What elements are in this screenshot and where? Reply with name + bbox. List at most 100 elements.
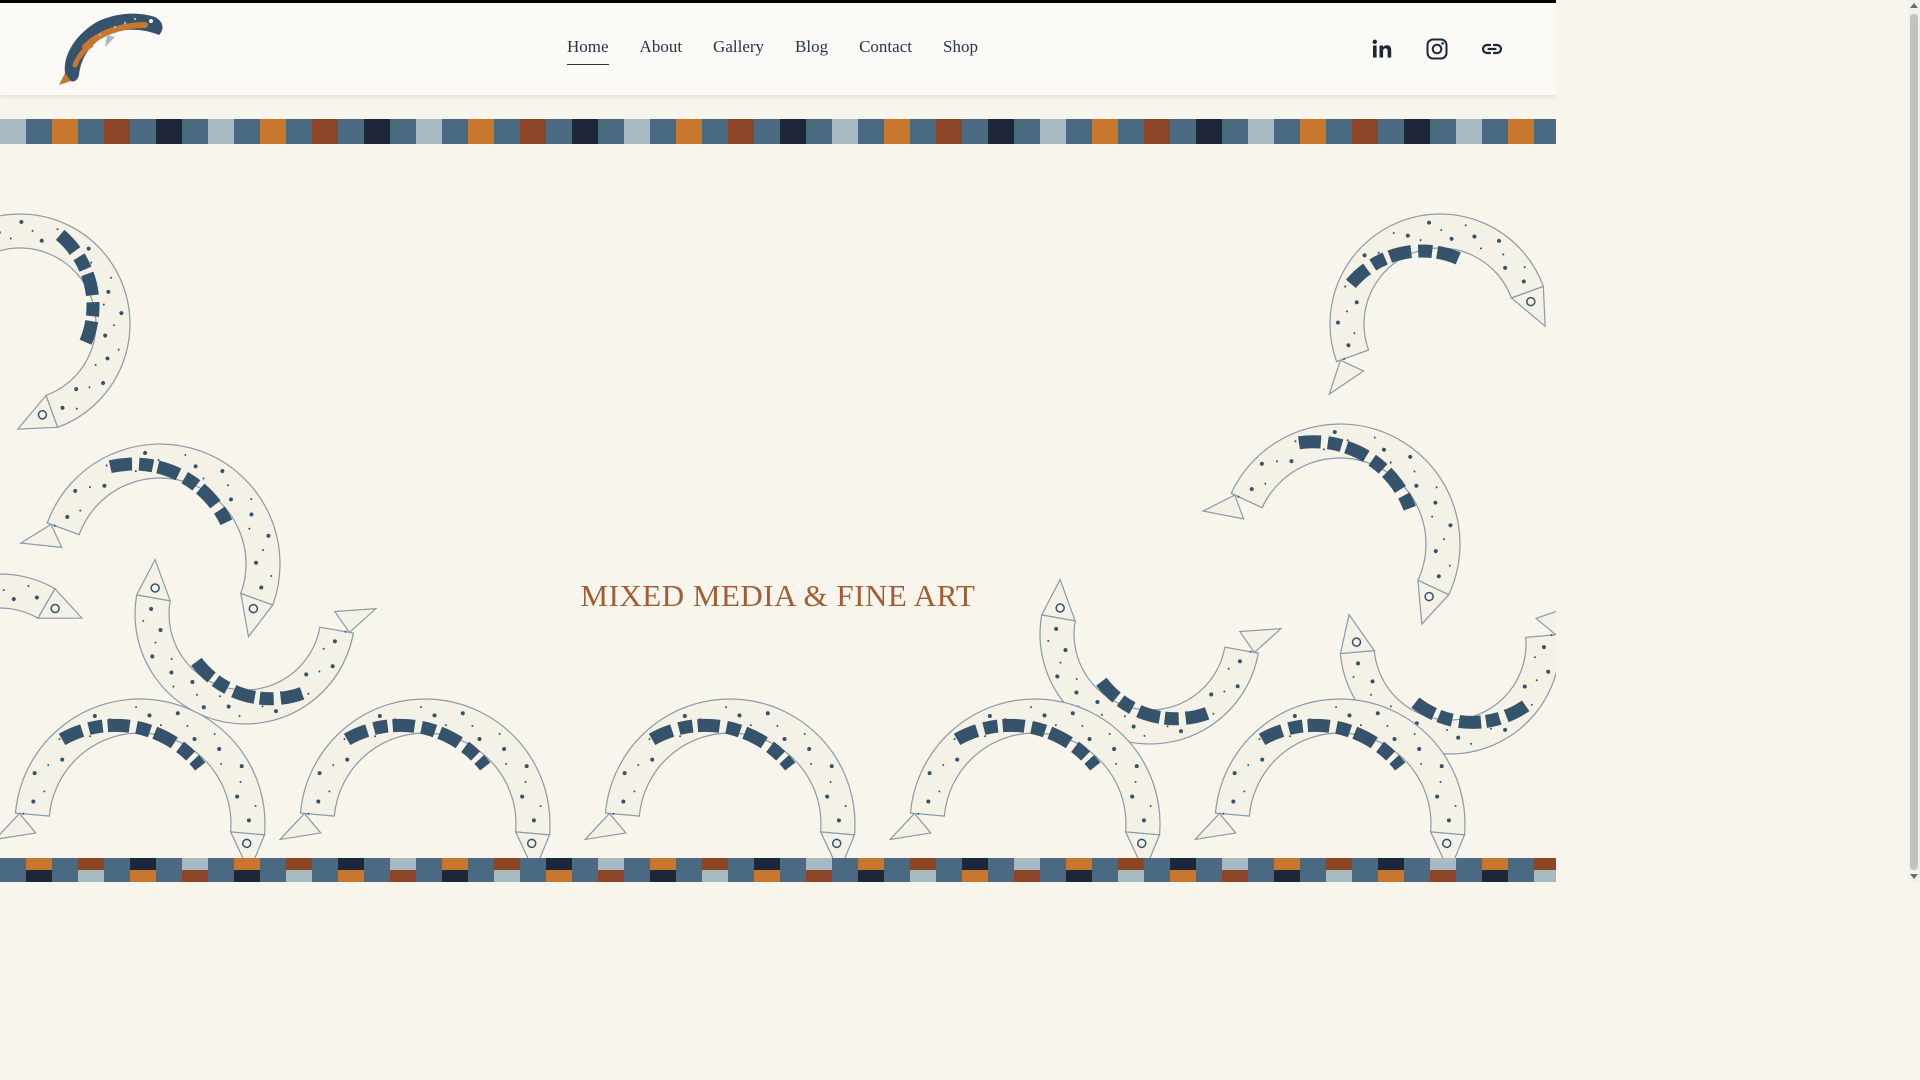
stripe-tile [1092, 870, 1118, 882]
stripe-tile [728, 858, 754, 870]
nav-gallery[interactable]: Gallery [713, 35, 764, 65]
stripe-tile [910, 119, 936, 144]
stripe-tile [1222, 870, 1248, 882]
stripe-tile [546, 870, 572, 882]
stripe-tile [806, 119, 832, 144]
stripe-tile [78, 858, 104, 870]
nav-blog[interactable]: Blog [795, 35, 828, 65]
nav-home[interactable]: Home [567, 35, 609, 65]
stripe-tile [910, 858, 936, 870]
stripe-tile [1092, 119, 1118, 144]
scroll-up-arrow-icon[interactable] [1910, 3, 1918, 8]
nav-contact[interactable]: Contact [859, 35, 912, 65]
stripe-tile [754, 858, 780, 870]
stripe-tile [1456, 119, 1482, 144]
stripe-tile [52, 119, 78, 144]
stripe-tile [1196, 870, 1222, 882]
stripe-tile [52, 858, 78, 870]
fish-pattern-background [0, 213, 1556, 858]
stripe-tile [1248, 119, 1274, 144]
stripe-tile [1482, 870, 1508, 882]
stripe-tile [1352, 119, 1378, 144]
stripe-tile [806, 870, 832, 882]
stripe-tile [442, 858, 468, 870]
stripe-tile [624, 119, 650, 144]
stripe-tile [702, 119, 728, 144]
stripe-tile [234, 870, 260, 882]
stripe-tile [832, 119, 858, 144]
stripe-tile [416, 870, 442, 882]
stripe-tile [468, 119, 494, 144]
stripe-tile [208, 858, 234, 870]
scrollbar-thumb[interactable] [1910, 14, 1918, 870]
stripe-tile [1170, 870, 1196, 882]
stripe-tile [26, 870, 52, 882]
stripe-tile [962, 119, 988, 144]
stripe-tile [1456, 870, 1482, 882]
stripe-tile [494, 870, 520, 882]
stripe-tile [494, 858, 520, 870]
stripe-tile [1040, 870, 1066, 882]
stripe-tile [234, 119, 260, 144]
stripe-tile [520, 870, 546, 882]
stripe-tile [676, 870, 702, 882]
stripe-tile [130, 858, 156, 870]
stripe-tile [1300, 119, 1326, 144]
scroll-down-arrow-icon[interactable] [1910, 874, 1918, 879]
stripe-tile [780, 858, 806, 870]
stripe-tile [598, 119, 624, 144]
stripe-tile [1378, 858, 1404, 870]
hero-title: MIXED MEDIA & FINE ART [580, 578, 976, 613]
stripe-tile [0, 870, 26, 882]
stripe-tile [1014, 119, 1040, 144]
stripe-tile [416, 119, 442, 144]
stripe-tile [1092, 858, 1118, 870]
link-icon[interactable] [1480, 37, 1504, 61]
stripe-tile [858, 119, 884, 144]
linkedin-icon[interactable] [1370, 37, 1394, 61]
site-header: Home About Gallery Blog Contact Shop [0, 3, 1556, 95]
stripe-tile [312, 870, 338, 882]
stripe-tile [650, 858, 676, 870]
stripe-tile [884, 870, 910, 882]
stripe-tile [1534, 858, 1556, 870]
stripe-tile [988, 858, 1014, 870]
stripe-tile [988, 870, 1014, 882]
stripe-tile [728, 119, 754, 144]
pike-fish-logo-icon[interactable] [55, 7, 167, 87]
stripe-tile [676, 858, 702, 870]
page-scrollbar[interactable] [1908, 0, 1920, 882]
stripe-tile [1482, 119, 1508, 144]
stripe-tile [702, 858, 728, 870]
stripe-tile [936, 119, 962, 144]
stripe-tile [156, 858, 182, 870]
stripe-tile [1430, 119, 1456, 144]
stripe-tile [1404, 119, 1430, 144]
fish-illustration [583, 698, 856, 858]
stripe-tile [1508, 870, 1534, 882]
stripe-tile [0, 119, 26, 144]
stripe-tile [936, 870, 962, 882]
stripe-tile [286, 858, 312, 870]
stripe-tile [832, 870, 858, 882]
stripe-tile [1456, 858, 1482, 870]
stripe-tile [130, 870, 156, 882]
stripe-tile [1248, 870, 1274, 882]
stripe-tile [1430, 870, 1456, 882]
stripe-tile [1144, 870, 1170, 882]
stripe-tile [1222, 119, 1248, 144]
fish-illustration [0, 213, 131, 430]
stripe-tile [364, 119, 390, 144]
fish-illustration [278, 698, 551, 858]
instagram-icon[interactable] [1425, 37, 1449, 61]
stripe-tile [988, 119, 1014, 144]
stripe-tile [806, 858, 832, 870]
stripe-tile [1196, 858, 1222, 870]
stripe-tile [26, 858, 52, 870]
stripe-tile [234, 858, 260, 870]
stripe-tile [1066, 870, 1092, 882]
nav-shop[interactable]: Shop [943, 35, 978, 65]
nav-about[interactable]: About [640, 35, 683, 65]
stripe-tile [1404, 858, 1430, 870]
stripe-tile [312, 119, 338, 144]
